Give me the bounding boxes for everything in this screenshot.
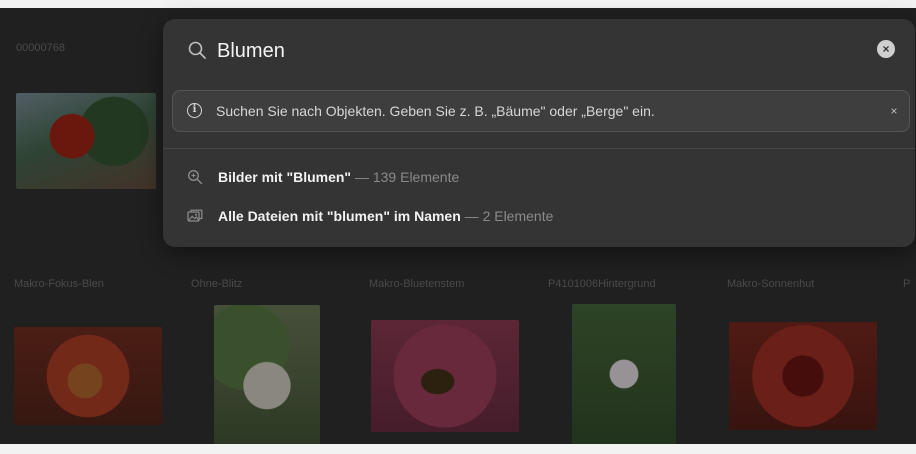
close-icon: ×	[890, 104, 898, 118]
search-bar: ×	[163, 19, 915, 85]
close-icon: ×	[882, 42, 890, 56]
thumbnail-label: Makro-Fokus-Blen	[14, 278, 104, 290]
photo-thumbnail[interactable]	[214, 305, 320, 444]
thumbnail-label: P4101006Hintergrund	[548, 278, 656, 290]
thumbnail-label: P	[903, 278, 911, 290]
photo-thumbnail[interactable]	[729, 322, 877, 430]
photo-thumbnail[interactable]	[371, 320, 519, 432]
search-result-files[interactable]: Alle Dateien mit "blumen" im Namen — 2 E…	[163, 199, 915, 233]
result-label: Bilder mit "Blumen"	[218, 169, 352, 185]
result-separator: —	[351, 169, 373, 185]
window-top-edge	[0, 0, 916, 8]
photo-thumbnail[interactable]	[14, 327, 162, 425]
photo-thumbnail[interactable]	[572, 304, 676, 444]
search-hint-banner: i Suchen Sie nach Objekten. Geben Sie z.…	[172, 90, 910, 132]
search-panel: × i Suchen Sie nach Objekten. Geben Sie …	[163, 19, 915, 247]
search-result-images[interactable]: Bilder mit "Blumen" — 139 Elemente	[163, 160, 915, 194]
photo-browser: 00000768 Makro-Fokus-Blen Ohne-Blitz Mak…	[0, 0, 916, 454]
thumbnail-label: Ohne-Blitz	[191, 278, 243, 290]
hint-text: Suchen Sie nach Objekten. Geben Sie z. B…	[216, 103, 655, 119]
clear-search-button[interactable]: ×	[877, 40, 895, 58]
hint-close-button[interactable]: ×	[886, 102, 902, 120]
search-input[interactable]	[217, 37, 817, 65]
info-icon: i	[187, 103, 202, 118]
window-bottom-edge	[0, 444, 916, 454]
result-text: Alle Dateien mit "blumen" im Namen — 2 E…	[218, 207, 553, 225]
divider	[163, 148, 915, 149]
thumbnail-label: 00000768	[16, 42, 65, 54]
thumbnail-label: Makro-Bluetenstem	[369, 278, 465, 290]
result-text: Bilder mit "Blumen" — 139 Elemente	[218, 168, 459, 186]
photo-stack-icon	[187, 209, 203, 222]
zoom-search-icon	[188, 170, 203, 185]
result-count: 2 Elemente	[482, 208, 554, 224]
result-separator: —	[460, 208, 483, 224]
search-icon	[188, 41, 206, 59]
result-label: Alle Dateien mit "blumen" im Namen	[218, 208, 461, 224]
thumbnail-label: Makro-Sonnenhut	[727, 278, 815, 290]
result-count: 139 Elemente	[372, 169, 460, 185]
photo-thumbnail[interactable]	[16, 93, 156, 189]
